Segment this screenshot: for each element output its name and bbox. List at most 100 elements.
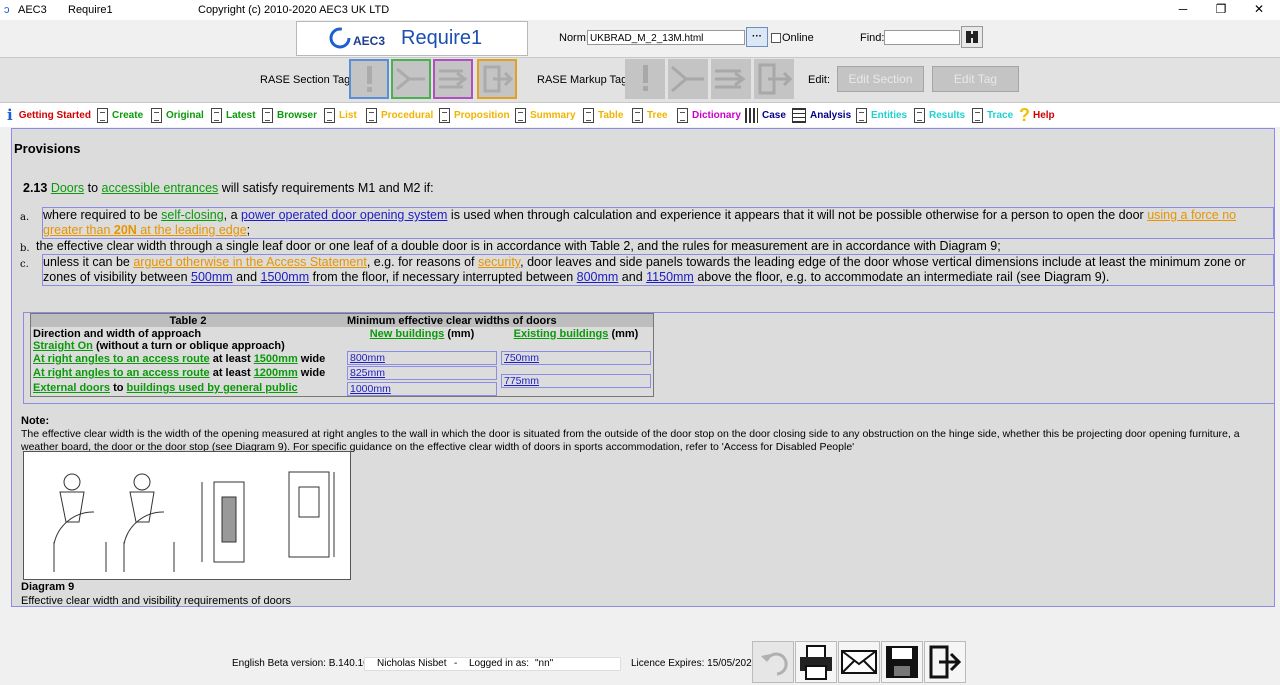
tab-analysis[interactable]: Analysis <box>792 103 851 127</box>
close-button[interactable]: ✕ <box>1244 2 1274 16</box>
link-security[interactable]: security <box>478 255 520 269</box>
markup-requirement-button[interactable] <box>625 59 665 99</box>
maximize-button[interactable]: ❐ <box>1206 2 1236 16</box>
merge-icon <box>671 65 704 93</box>
link-doors[interactable]: Doors <box>51 181 84 195</box>
requirement-tag-button[interactable] <box>349 59 389 99</box>
exit-icon <box>483 65 514 93</box>
undo-button[interactable] <box>752 641 794 683</box>
edit-label: Edit: <box>808 74 831 86</box>
tab-dictionary[interactable]: Dictionary <box>677 103 741 127</box>
norm-input[interactable]: UKBRAD_M_2_13M.html <box>587 30 745 45</box>
table-cell: 825mm 1000mm <box>345 366 499 396</box>
tab-proposition[interactable]: Proposition <box>439 103 510 127</box>
tab-help[interactable]: ? Help <box>1019 103 1055 127</box>
tab-label: Tree <box>647 109 668 121</box>
minimize-button[interactable]: ─ <box>1168 2 1198 16</box>
find-button[interactable] <box>961 26 983 48</box>
tab-procedural[interactable]: Procedural <box>366 103 433 127</box>
text-span: (without a turn or oblique approach) <box>92 340 285 352</box>
tab-create[interactable]: Create <box>97 103 143 127</box>
find-input[interactable] <box>884 30 960 45</box>
link-access-statement[interactable]: argued otherwise in the Access Statement <box>133 255 366 269</box>
tab-results[interactable]: Results <box>914 103 965 127</box>
link-1500mm-width[interactable]: 1500mm <box>254 353 298 365</box>
link-straight-on[interactable]: Straight On <box>33 340 93 352</box>
tab-tree[interactable]: Tree <box>632 103 668 127</box>
value-1000mm[interactable]: 1000mm <box>347 382 497 396</box>
text-span: at the leading edge <box>136 223 247 237</box>
save-button[interactable] <box>881 641 923 683</box>
table-2: Table 2 Minimum effective clear widths o… <box>30 313 654 397</box>
tab-original[interactable]: Original <box>151 103 204 127</box>
table-header: New buildings (mm) <box>345 327 499 340</box>
link-access-route[interactable]: At right angles to an access route <box>33 353 210 365</box>
find-label: Find: <box>860 32 885 44</box>
tab-label: List <box>339 109 357 121</box>
value-800mm[interactable]: 800mm <box>347 351 497 365</box>
table-cell: 775mm <box>499 366 653 396</box>
markup-selection-button[interactable] <box>711 59 751 99</box>
table-cell: Straight On (without a turn or oblique a… <box>31 340 345 366</box>
tab-getting-started[interactable]: i Getting Started <box>7 103 91 127</box>
text-span: at least <box>209 353 254 365</box>
tab-trace[interactable]: Trace <box>972 103 1013 127</box>
tab-label: Procedural <box>381 109 434 121</box>
norm-label: Norm: <box>559 32 589 44</box>
value-825mm[interactable]: 825mm <box>347 366 497 380</box>
link-accessible-entrances[interactable]: accessible entrances <box>102 181 219 195</box>
link-1150mm[interactable]: 1150mm <box>646 270 694 284</box>
rase-section-label: RASE Section Tags: <box>260 74 359 86</box>
link-800mm[interactable]: 800mm <box>577 270 619 284</box>
tab-entities[interactable]: Entities <box>856 103 907 127</box>
document-icon <box>211 107 222 123</box>
floppy-disk-icon <box>886 646 918 678</box>
logged-in-label: Logged in as: <box>469 658 530 669</box>
link-power-operated[interactable]: power operated door opening system <box>241 208 447 222</box>
question-icon: ? <box>1019 104 1030 125</box>
value-750mm[interactable]: 750mm <box>501 351 651 365</box>
value-775mm[interactable]: 775mm <box>501 374 651 388</box>
exit-button[interactable] <box>924 641 966 683</box>
link-self-closing[interactable]: self-closing <box>161 208 224 222</box>
document-icon <box>677 107 688 123</box>
tab-latest[interactable]: Latest <box>211 103 255 127</box>
edit-tag-button[interactable]: Edit Tag <box>932 66 1019 92</box>
exception-tag-button[interactable] <box>477 59 517 99</box>
tab-summary[interactable]: Summary <box>515 103 576 127</box>
selection-arrows-icon <box>715 69 746 89</box>
tab-list[interactable]: List <box>324 103 357 127</box>
print-button[interactable] <box>795 641 837 683</box>
text-span: wide <box>297 353 326 365</box>
link-external-doors[interactable]: External doors <box>33 382 110 394</box>
link-new-buildings[interactable]: New buildings <box>370 328 445 340</box>
link-1500mm[interactable]: 1500mm <box>261 270 310 284</box>
selection-tag-button[interactable] <box>433 59 473 99</box>
document-icon <box>972 107 983 123</box>
text-span: and <box>232 270 261 284</box>
email-button[interactable] <box>838 641 880 683</box>
link-access-route[interactable]: At right angles to an access route <box>33 367 210 379</box>
application-tag-button[interactable] <box>391 59 431 99</box>
undo-icon <box>761 652 788 676</box>
tab-browser[interactable]: Browser <box>262 103 317 127</box>
link-public-buildings[interactable]: buildings used by general public <box>127 382 298 394</box>
document-icon <box>583 107 594 123</box>
link-existing-buildings[interactable]: Existing buildings <box>514 328 609 340</box>
link-1200mm-width[interactable]: 1200mm <box>254 367 298 379</box>
spreadsheet-icon <box>792 107 806 123</box>
tab-table[interactable]: Table <box>583 103 623 127</box>
markup-exception-button[interactable] <box>754 59 794 99</box>
tab-case[interactable]: Case <box>745 103 786 127</box>
tab-label: Getting Started <box>18 109 91 121</box>
online-checkbox[interactable] <box>771 33 781 43</box>
edit-section-button[interactable]: Edit Section <box>837 66 924 92</box>
norm-browse-button[interactable]: ··· <box>746 27 768 47</box>
doc-title: Require1 <box>68 4 113 16</box>
text-span: at least <box>209 367 254 379</box>
markup-application-button[interactable] <box>668 59 708 99</box>
link-500mm[interactable]: 500mm <box>191 270 233 284</box>
app-icon: ↄ <box>4 4 10 16</box>
document-panel: Provisions 2.13 Doors to accessible entr… <box>11 128 1275 607</box>
tab-label: Analysis <box>810 109 852 121</box>
